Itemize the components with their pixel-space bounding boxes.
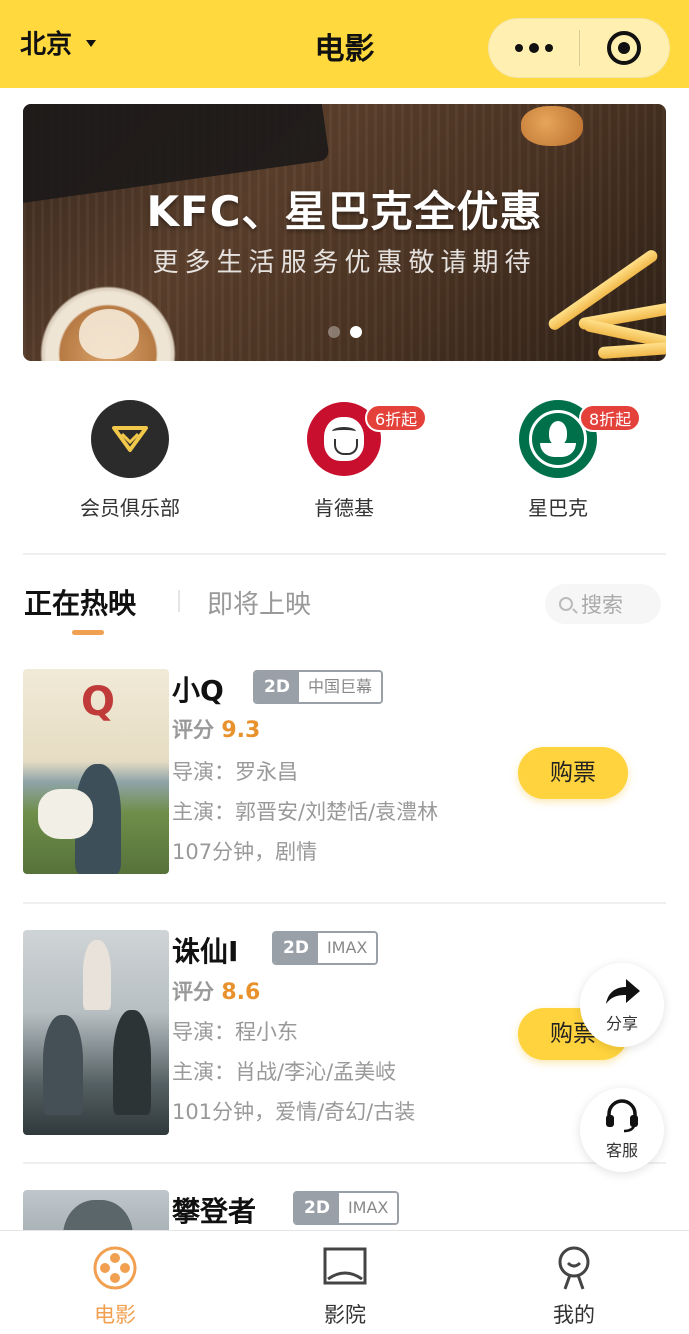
brand-label: 肯德基	[314, 496, 374, 520]
movie-info: 107分钟，剧情	[172, 840, 318, 864]
share-arrow-icon	[606, 979, 640, 1004]
screen-tag: IMAX	[317, 933, 377, 963]
movie-director: 导演：程小东	[172, 1020, 298, 1044]
user-icon	[551, 1245, 597, 1291]
caret-down-icon	[86, 40, 97, 47]
film-reel-icon	[92, 1245, 138, 1291]
bottom-tab-bar: 电影 影院 我的	[0, 1230, 689, 1334]
promo-banner[interactable]: KFC、星巴克全优惠 更多生活服务优惠敬请期待	[23, 104, 666, 361]
nav-item-cinema[interactable]: 影院	[230, 1231, 460, 1334]
score-value: 9.3	[221, 718, 261, 743]
tab-coming-soon[interactable]: 即将上映	[207, 584, 311, 621]
cinema-icon	[322, 1245, 368, 1291]
nav-item-movie[interactable]: 电影	[0, 1231, 230, 1334]
diamond-icon	[91, 400, 169, 478]
city-label: 北京	[20, 30, 73, 60]
tab-active-indicator	[72, 630, 104, 635]
discount-badge: 8折起	[579, 404, 642, 432]
nav-item-profile[interactable]: 我的	[459, 1231, 689, 1334]
nav-label: 电影	[94, 1303, 136, 1327]
movie-score: 评分 9.3	[172, 718, 261, 743]
share-button[interactable]: 分享	[580, 963, 664, 1047]
format-tags: 2D IMAX	[272, 931, 379, 965]
search-icon	[559, 597, 573, 611]
brand-label: 会员俱乐部	[80, 496, 180, 520]
tab-now-showing[interactable]: 正在热映	[24, 582, 136, 622]
nugget-image	[521, 106, 583, 146]
format-tags: 2D IMAX	[293, 1191, 400, 1225]
city-selector[interactable]: 北京	[20, 24, 97, 61]
screen-tag: 中国巨幕	[298, 672, 381, 702]
brand-starbucks[interactable]: 8折起 星巴克	[451, 385, 665, 535]
format-tags: 2D 中国巨幕	[253, 670, 383, 704]
format-tag: 2D	[274, 933, 318, 963]
carousel-dot-active	[349, 326, 362, 338]
kfc-logo-icon: 6折起	[305, 400, 428, 478]
movie-title[interactable]: 小Q	[172, 669, 224, 709]
brand-label: 星巴克	[528, 496, 588, 520]
more-icon[interactable]	[489, 18, 579, 78]
buy-ticket-button[interactable]: 购票	[518, 747, 628, 799]
brand-kfc[interactable]: 6折起 肯德基	[237, 385, 451, 535]
movie-title[interactable]: 诛仙I	[172, 930, 238, 970]
banner-headline: KFC、星巴克全优惠	[146, 187, 543, 236]
close-target-icon[interactable]	[580, 18, 670, 78]
brand-member-club[interactable]: 会员俱乐部	[23, 385, 237, 535]
carousel-dots	[23, 326, 666, 338]
screen-tag: IMAX	[338, 1193, 398, 1223]
customer-service-button[interactable]: 客服	[580, 1088, 664, 1172]
format-tag: 2D	[255, 672, 299, 702]
movie-poster[interactable]	[23, 930, 169, 1135]
format-tag: 2D	[295, 1193, 339, 1223]
service-label: 客服	[605, 1141, 638, 1160]
tab-divider	[178, 590, 180, 612]
share-label: 分享	[605, 1014, 638, 1033]
mini-program-capsule	[488, 18, 670, 78]
movie-info: 101分钟，爱情/奇幻/古装	[172, 1100, 416, 1124]
movie-poster[interactable]: Q	[23, 669, 169, 874]
brand-shortcuts: 会员俱乐部 6折起 肯德基 8折起 星巴克	[23, 385, 666, 535]
search-placeholder: 搜索	[581, 593, 623, 617]
search-box[interactable]: 搜索	[545, 584, 661, 624]
top-bar: 北京 电影	[0, 0, 689, 88]
discount-badge: 6折起	[365, 404, 428, 432]
nav-label: 我的	[553, 1303, 595, 1327]
banner-subline: 更多生活服务优惠敬请期待	[152, 248, 537, 278]
row-divider	[23, 1162, 666, 1164]
movie-score: 评分 8.6	[172, 980, 261, 1005]
movie-title[interactable]: 攀登者	[172, 1190, 256, 1230]
headset-icon	[606, 1099, 638, 1133]
starbucks-logo-icon: 8折起	[519, 400, 642, 478]
score-value: 8.6	[221, 980, 261, 1005]
carousel-dot	[327, 326, 340, 338]
movie-cast: 主演：肖战/李沁/孟美岐	[172, 1060, 397, 1084]
movie-cast: 主演：郭晋安/刘楚恬/袁澧林	[172, 800, 439, 824]
section-divider	[23, 553, 666, 555]
movie-director: 导演：罗永昌	[172, 760, 298, 784]
nav-label: 影院	[324, 1303, 366, 1327]
movie-poster[interactable]	[23, 1190, 169, 1230]
row-divider	[23, 902, 666, 904]
